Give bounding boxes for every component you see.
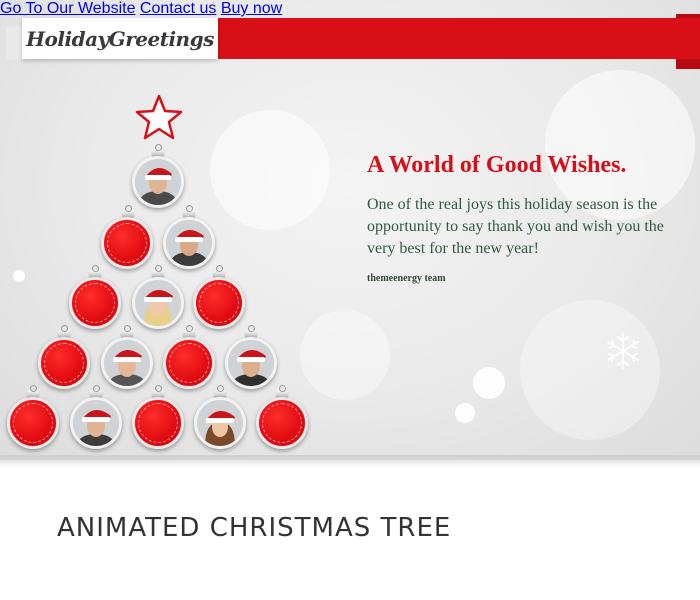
ornament-cap	[152, 144, 164, 156]
ornament-cap	[214, 385, 226, 397]
logo[interactable]: HolidayGreetings	[22, 18, 218, 59]
ornament-red[interactable]	[256, 397, 308, 449]
ornament-photo[interactable]	[70, 397, 122, 449]
person-icon	[104, 340, 150, 386]
ornament-red[interactable]	[163, 337, 215, 389]
ornament-cap	[245, 325, 257, 337]
ornament-cap	[152, 265, 164, 277]
nav-link-contact[interactable]: Contact us	[140, 0, 216, 17]
nav-link-buy[interactable]: Buy now	[221, 0, 282, 17]
bokeh-light	[210, 110, 330, 230]
star-icon	[135, 94, 183, 140]
ornament-photo[interactable]	[225, 337, 277, 389]
ornament-red[interactable]	[132, 397, 184, 449]
ornament-cap	[27, 385, 39, 397]
logo-text: HolidayGreetings	[26, 26, 214, 51]
snowflake-icon	[607, 333, 639, 369]
ornament-cap	[89, 265, 101, 277]
ornament-photo[interactable]	[101, 337, 153, 389]
ornament-red[interactable]	[193, 277, 245, 329]
ornament-cap	[213, 265, 225, 277]
hero-banner: HolidayGreetings Go To Our Website Conta…	[0, 0, 700, 460]
nav-ribbon	[214, 18, 700, 59]
bokeh-light	[300, 310, 390, 400]
ornament-cap	[58, 325, 70, 337]
ornament-red[interactable]	[101, 217, 153, 269]
caption-title: ANIMATED CHRISTMAS TREE	[57, 513, 452, 543]
person-icon	[135, 159, 181, 205]
person-icon	[166, 220, 212, 266]
bokeh-light	[455, 403, 475, 423]
ornament-cap	[152, 385, 164, 397]
nav-link-website[interactable]: Go To Our Website	[0, 0, 135, 17]
ornament-photo[interactable]	[163, 217, 215, 269]
ornament-cap	[122, 205, 134, 217]
ornament-photo[interactable]	[132, 277, 184, 329]
ornament-photo[interactable]	[194, 397, 246, 449]
ornament-red[interactable]	[38, 337, 90, 389]
signature: themeenergy team	[367, 273, 446, 284]
ornament-photo[interactable]	[132, 156, 184, 208]
greeting-body: One of the real joys this holiday season…	[367, 196, 664, 257]
bokeh-light	[473, 367, 505, 399]
person-icon	[197, 400, 243, 446]
ornament-red[interactable]	[69, 277, 121, 329]
person-icon	[73, 400, 119, 446]
ornament-cap	[90, 385, 102, 397]
ornament-cap	[183, 325, 195, 337]
hero-shadow	[0, 455, 700, 467]
person-icon	[135, 280, 181, 326]
main-nav: Go To Our Website Contact us Buy now	[0, 0, 700, 18]
person-icon	[228, 340, 274, 386]
headline: A World of Good Wishes.	[367, 152, 627, 178]
ornament-red[interactable]	[7, 397, 59, 449]
ornament-cap	[183, 205, 195, 217]
bokeh-light	[13, 270, 25, 282]
ornament-cap	[276, 385, 288, 397]
ornament-cap	[121, 325, 133, 337]
